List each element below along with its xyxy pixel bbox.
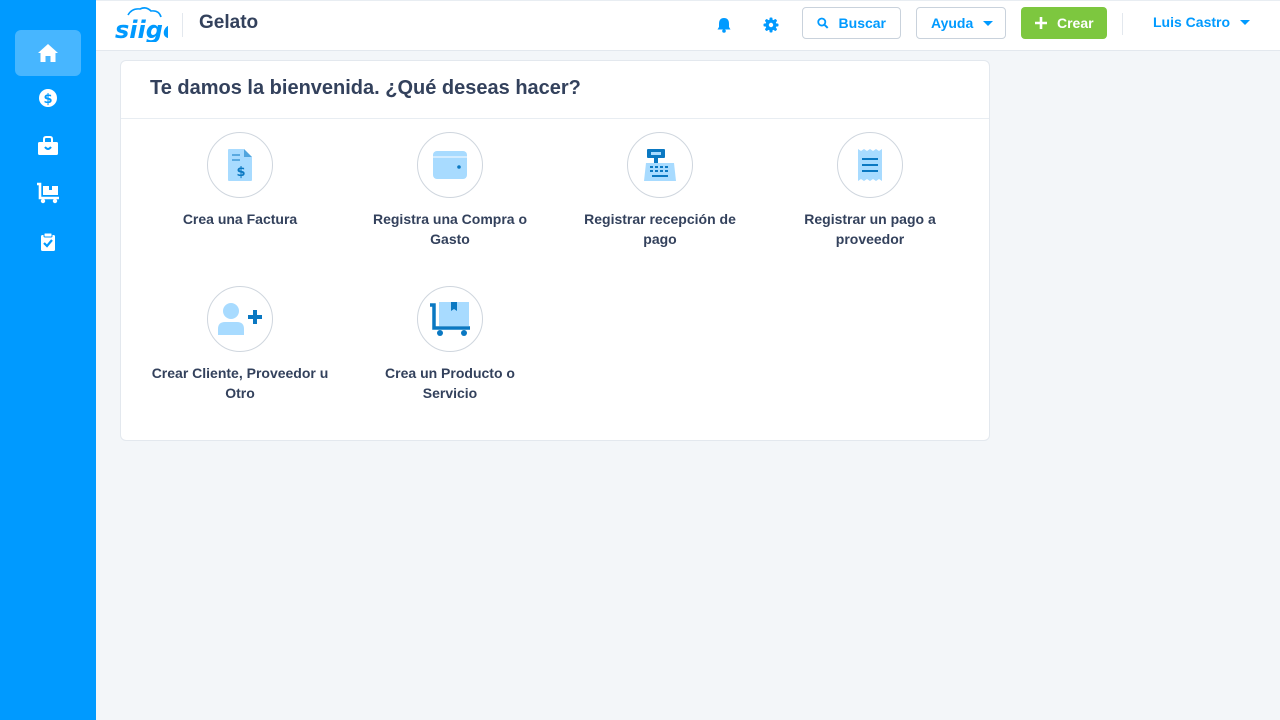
sidebar-item-purchases[interactable] <box>15 123 81 169</box>
help-dropdown-label: Ayuda <box>931 15 974 31</box>
siigo-logo-icon: siigo <box>115 7 179 44</box>
notifications-button[interactable] <box>712 13 736 37</box>
action-icon-circle <box>837 132 903 198</box>
gear-icon <box>763 17 779 33</box>
bell-icon <box>717 18 731 33</box>
user-menu[interactable]: Luis Castro <box>1153 14 1251 30</box>
inventory-cart-icon <box>37 182 59 204</box>
sidebar: $ <box>0 0 96 720</box>
clipboard-check-icon <box>41 232 55 251</box>
sidebar-item-inventory[interactable] <box>15 170 81 216</box>
action-icon-circle <box>417 286 483 352</box>
welcome-title: Te damos la bienvenida. ¿Qué deseas hace… <box>150 77 581 99</box>
sidebar-item-sales[interactable]: $ <box>15 75 81 121</box>
home-icon <box>38 44 58 62</box>
action-icon-circle: $ <box>207 132 273 198</box>
action-label: Crea un Producto o Servicio <box>385 365 515 401</box>
chevron-down-icon <box>1240 19 1251 25</box>
dollar-icon: $ <box>39 89 57 107</box>
welcome-card: Te damos la bienvenida. ¿Qué deseas hace… <box>120 60 990 441</box>
action-icon-circle <box>627 132 693 198</box>
search-button[interactable]: Buscar <box>802 7 901 39</box>
action-create-contact[interactable]: Crear Cliente, Proveedor u Otro <box>140 286 340 403</box>
invoice-icon: $ <box>228 149 252 181</box>
sidebar-item-tasks[interactable] <box>15 219 81 265</box>
search-icon <box>817 17 829 29</box>
create-button-label: Crear <box>1057 15 1094 31</box>
receipt-icon <box>858 149 882 181</box>
svg-text:siigo: siigo <box>115 16 168 42</box>
action-icon-circle <box>207 286 273 352</box>
svg-text:$: $ <box>43 92 52 107</box>
top-divider <box>1122 13 1123 35</box>
plus-icon <box>1035 17 1047 29</box>
add-user-icon <box>218 303 262 335</box>
action-label: Crea una Factura <box>182 211 298 227</box>
action-create-invoice[interactable]: $ Crea una Factura <box>140 132 340 229</box>
action-register-supplier-payment[interactable]: Registrar un pago a proveedor <box>770 132 970 249</box>
action-register-payment-receipt[interactable]: Registrar recepción de pago <box>560 132 760 249</box>
action-label: Registra una Compra o Gasto <box>372 211 528 247</box>
action-register-purchase[interactable]: Registra una Compra o Gasto <box>350 132 550 249</box>
search-button-label: Buscar <box>838 15 886 31</box>
product-cart-icon <box>430 302 470 336</box>
wallet-icon <box>433 151 467 179</box>
cash-register-icon <box>644 149 676 181</box>
company-name: Gelato <box>199 12 259 33</box>
sidebar-item-home[interactable] <box>15 30 81 76</box>
action-create-product[interactable]: Crea un Producto o Servicio <box>350 286 550 403</box>
action-label: Crear Cliente, Proveedor u Otro <box>151 365 329 401</box>
user-name: Luis Castro <box>1153 14 1231 30</box>
shopping-bag-icon <box>38 136 58 155</box>
help-dropdown[interactable]: Ayuda <box>916 7 1006 39</box>
svg-text:$: $ <box>236 165 245 180</box>
logo-divider <box>182 13 183 37</box>
top-bar: siigo Gelato Buscar Ayuda <box>96 0 1280 51</box>
siigo-logo[interactable]: siigo <box>114 6 179 44</box>
action-label: Registrar recepción de pago <box>584 211 736 247</box>
chevron-down-icon <box>983 20 994 26</box>
welcome-card-header: Te damos la bienvenida. ¿Qué deseas hace… <box>121 61 989 119</box>
action-icon-circle <box>417 132 483 198</box>
action-label: Registrar un pago a proveedor <box>804 211 936 247</box>
settings-button[interactable] <box>759 13 783 37</box>
create-button[interactable]: Crear <box>1021 7 1107 39</box>
